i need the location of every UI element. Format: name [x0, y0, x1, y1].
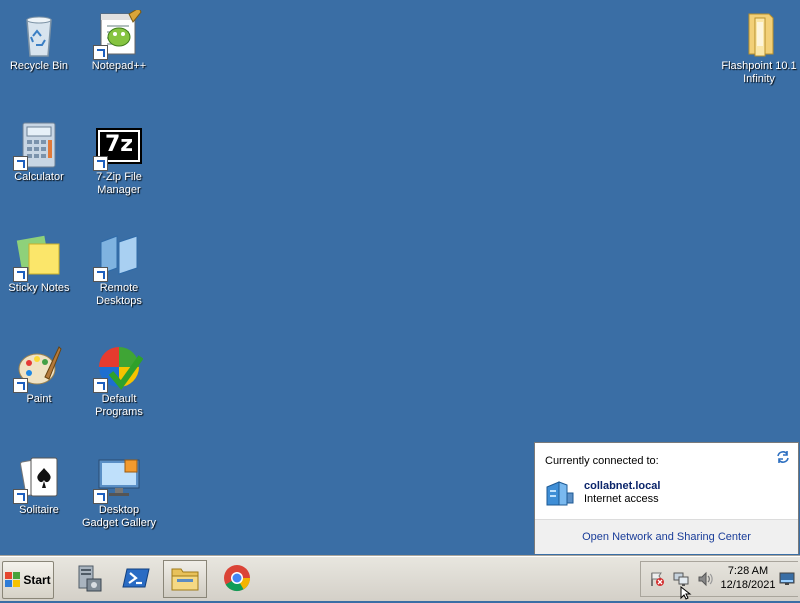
- shortcut-arrow-icon: [93, 156, 108, 171]
- desktop-icon-notepad-plus-plus[interactable]: Notepad++: [80, 4, 158, 73]
- seven-zip-glyph-text: 7z: [104, 132, 134, 157]
- action-center-flag-icon[interactable]: [649, 571, 665, 587]
- desktop-icon-label: Desktop Gadget Gallery: [82, 504, 156, 529]
- desktop-icon-recycle-bin[interactable]: Recycle Bin: [0, 4, 78, 73]
- popup-footer: Open Network and Sharing Center: [535, 519, 798, 554]
- network-name[interactable]: collabnet.local: [584, 480, 660, 492]
- windows-logo-icon: [5, 572, 21, 588]
- explorer-folder-icon: [169, 563, 201, 596]
- volume-icon[interactable]: [697, 571, 713, 587]
- network-icon[interactable]: [673, 571, 689, 587]
- paint-icon: [13, 343, 63, 393]
- solitaire-icon: [13, 454, 63, 504]
- notepad-plus-plus-icon: [93, 7, 143, 60]
- powershell-icon: [121, 563, 151, 596]
- recycle-bin-icon: [15, 10, 63, 58]
- desktop-icon-paint[interactable]: Paint: [0, 337, 78, 406]
- mouse-cursor-icon: [680, 585, 692, 600]
- shortcut-arrow-icon: [13, 489, 28, 504]
- taskbar-powershell[interactable]: [114, 560, 158, 598]
- network-popup: Currently connected to: collabnet.local …: [534, 442, 799, 554]
- desktop-icon-default-programs[interactable]: Default Programs: [80, 337, 158, 419]
- shortcut-arrow-icon: [93, 378, 108, 393]
- desktop-icon-label: Remote Desktops: [96, 282, 142, 307]
- shortcut-arrow-icon: [93, 45, 108, 60]
- desktop-icon-gadget-gallery[interactable]: Desktop Gadget Gallery: [80, 448, 158, 530]
- domain-network-icon: [545, 479, 575, 507]
- show-desktop-icon[interactable]: [779, 572, 795, 586]
- desktop-icon-label: Paint: [26, 393, 52, 405]
- clock[interactable]: 7:28 AM 12/18/2021: [712, 564, 784, 592]
- shortcut-arrow-icon: [13, 378, 28, 393]
- server-manager-icon: [73, 563, 103, 596]
- shortcut-arrow-icon: [13, 156, 28, 171]
- remote-desktops-icon: [93, 232, 143, 282]
- taskbar-windows-explorer[interactable]: [163, 560, 207, 598]
- desktop-icon-sticky-notes[interactable]: Sticky Notes: [0, 226, 78, 295]
- desktop-icon-label: Notepad++: [91, 60, 147, 72]
- clock-date: 12/18/2021: [720, 579, 776, 591]
- chrome-icon: [222, 563, 252, 596]
- desktop-icon-7zip[interactable]: 7z 7-Zip File Manager: [80, 115, 158, 197]
- desktop-icon-label: Sticky Notes: [8, 282, 70, 294]
- sticky-notes-icon: [13, 232, 63, 282]
- shortcut-arrow-icon: [93, 489, 108, 504]
- start-label: Start: [23, 573, 51, 587]
- desktop-icon-flashpoint[interactable]: Flashpoint 10.1 Infinity: [720, 4, 798, 86]
- clock-time: 7:28 AM: [727, 565, 769, 577]
- taskbar-chrome[interactable]: [215, 560, 259, 598]
- desktop-icon-solitaire[interactable]: Solitaire: [0, 448, 78, 517]
- desktop-icon-label: Solitaire: [19, 504, 59, 516]
- desktop-icon-calculator[interactable]: Calculator: [0, 115, 78, 184]
- desktop-icon-label: 7-Zip File Manager: [96, 171, 142, 196]
- desktop-icon-label: Recycle Bin: [9, 60, 69, 72]
- desktop-icon-remote-desktops[interactable]: Remote Desktops: [80, 226, 158, 308]
- desktop-icon-label: Default Programs: [95, 393, 143, 418]
- start-button[interactable]: Start: [2, 561, 54, 599]
- popup-heading: Currently connected to:: [545, 455, 659, 467]
- desktop-icon-label: Flashpoint 10.1 Infinity: [721, 60, 797, 85]
- desktop-icon-label: Calculator: [14, 171, 64, 183]
- calculator-icon: [13, 121, 63, 171]
- shortcut-arrow-icon: [93, 267, 108, 282]
- folder-icon: [735, 10, 783, 58]
- shortcut-arrow-icon: [13, 267, 28, 282]
- network-status: Internet access: [584, 493, 659, 505]
- seven-zip-icon: 7z: [93, 121, 143, 171]
- taskbar-server-manager[interactable]: [66, 560, 110, 598]
- refresh-icon[interactable]: [776, 450, 790, 464]
- gadget-gallery-icon: [93, 454, 143, 504]
- default-programs-icon: [93, 343, 144, 393]
- open-network-sharing-center-link[interactable]: Open Network and Sharing Center: [535, 531, 798, 543]
